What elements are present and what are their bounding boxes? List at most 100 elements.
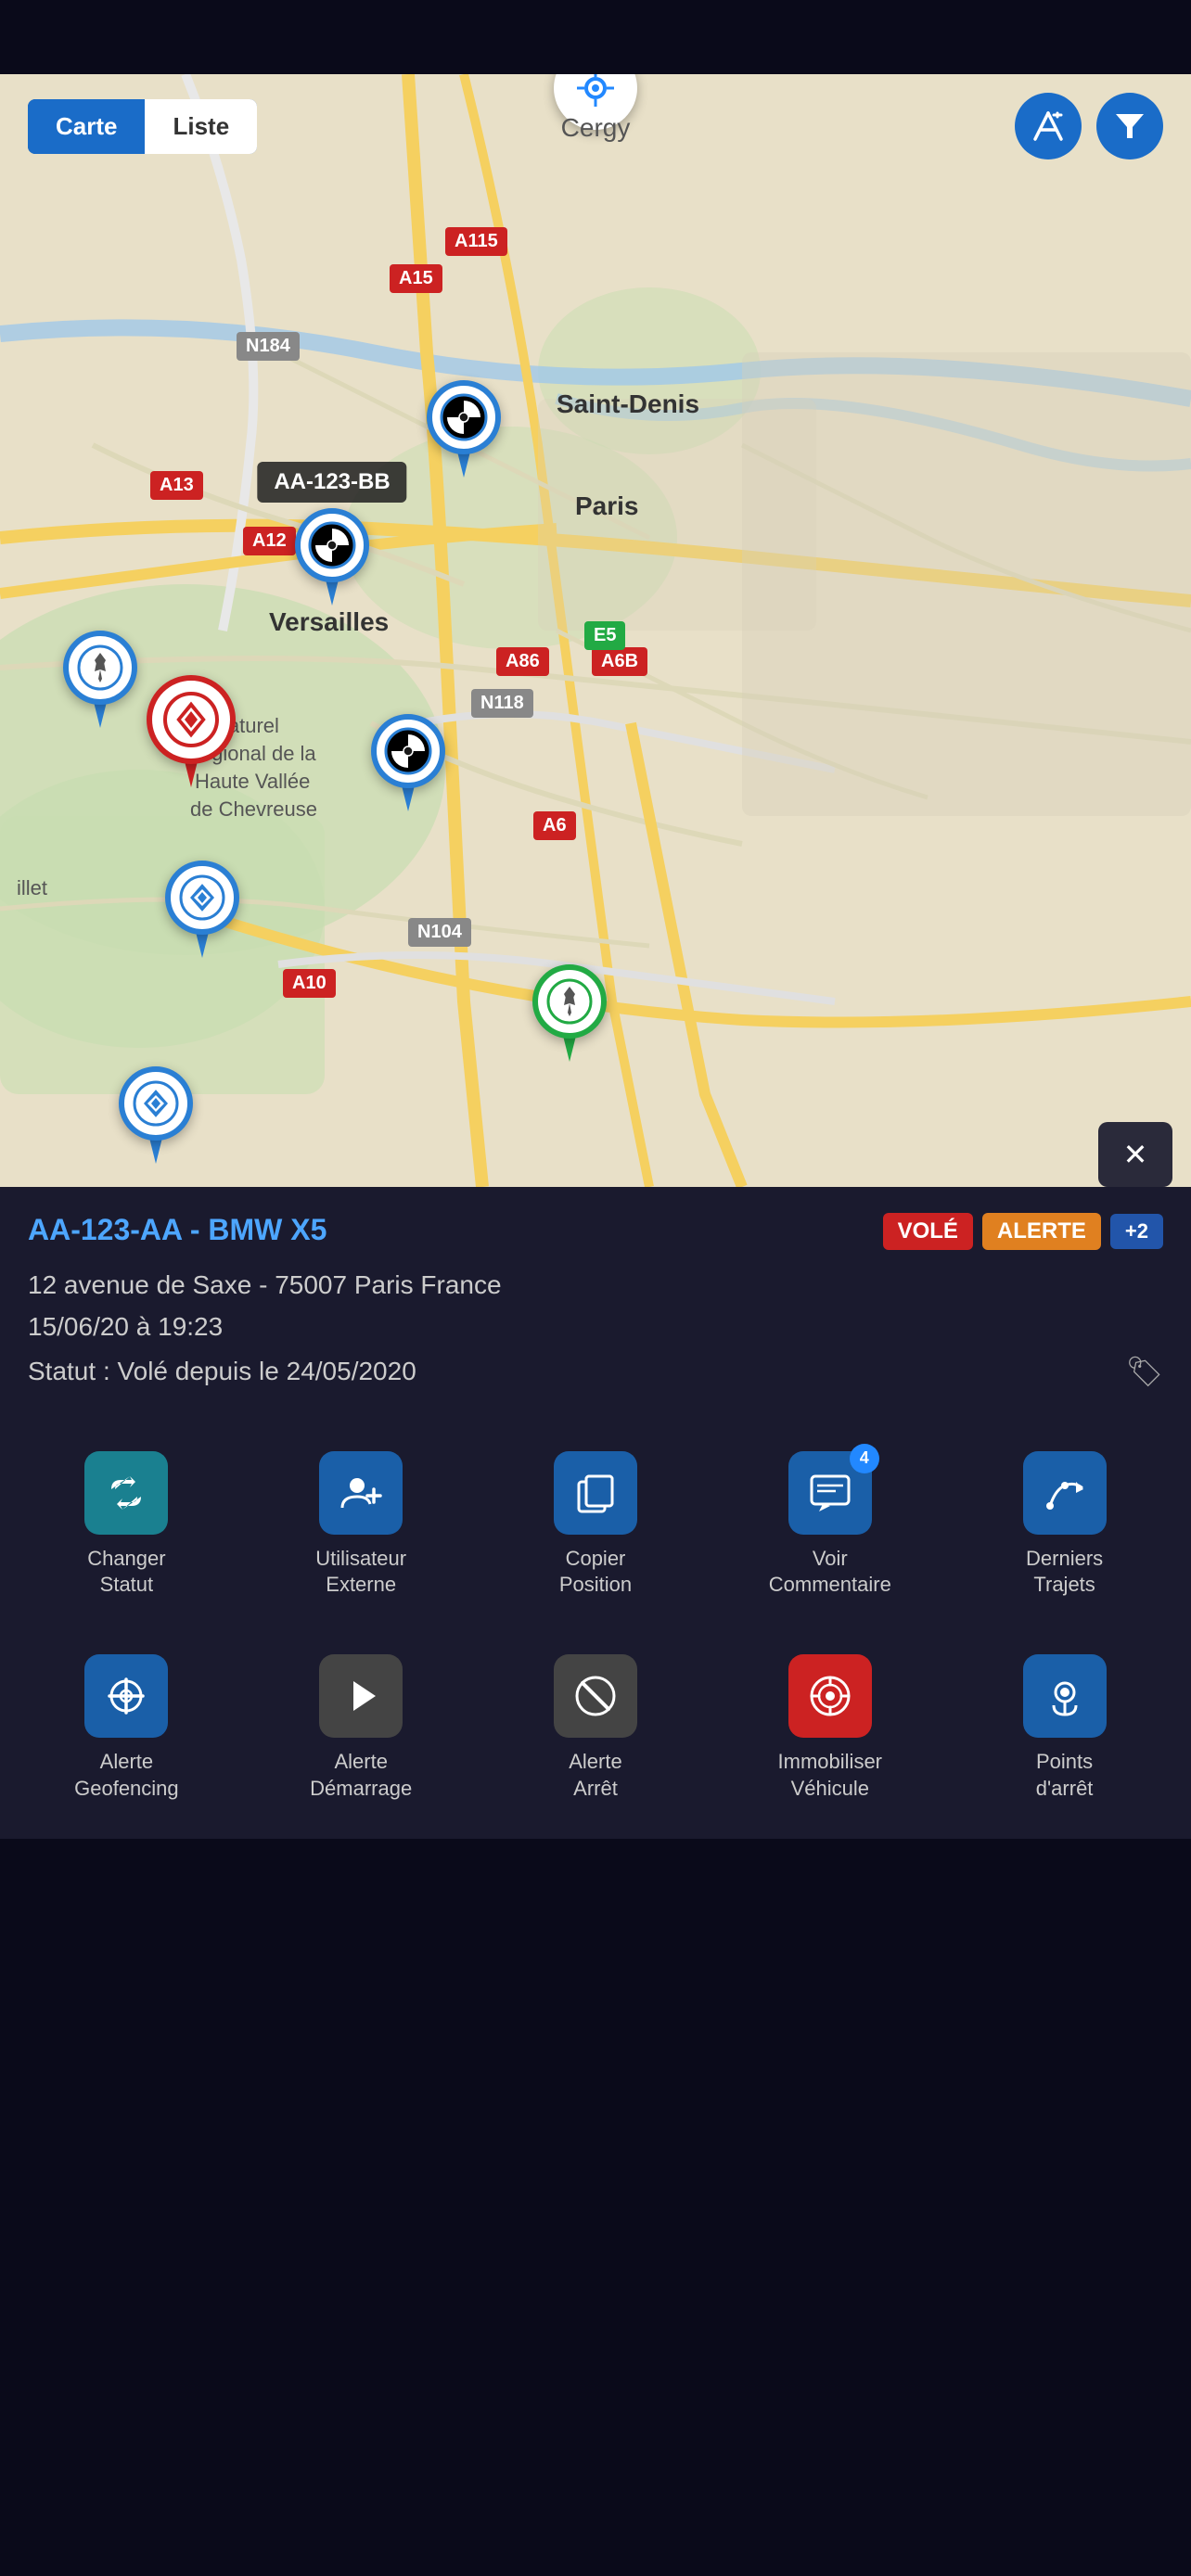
pin-tail-1 xyxy=(457,451,470,478)
geofencing-icon-wrap xyxy=(84,1654,168,1738)
pin-tail-bmw-3 xyxy=(402,784,415,812)
points-arret-icon-wrap xyxy=(1023,1654,1107,1738)
place-paris: Paris xyxy=(575,491,639,521)
renault-logo-3 xyxy=(132,1079,180,1128)
arret-label: AlerteArrêt xyxy=(569,1749,621,1802)
actions-grid: ChangerStatut UtilisateurExterne xyxy=(0,1414,1191,1636)
badge-plus2: +2 xyxy=(1110,1214,1163,1249)
vehicle-statut-row: Statut : Volé depuis le 24/05/2020 🏷 xyxy=(28,1348,1163,1396)
road-e5: E5 xyxy=(584,621,625,650)
place-saint-denis: Saint-Denis xyxy=(557,389,699,419)
tab-group: Carte Liste xyxy=(28,99,257,154)
renault-logo-blue xyxy=(178,874,226,922)
copier-label: CopierPosition xyxy=(559,1546,632,1599)
action-derniers-trajets[interactable]: DerniersTrajets xyxy=(947,1433,1182,1617)
action-immobiliser[interactable]: ImmobiliserVéhicule xyxy=(712,1636,947,1820)
immobiliser-icon xyxy=(808,1674,852,1718)
action-utilisateur-externe[interactable]: UtilisateurExterne xyxy=(244,1433,479,1617)
action-copier-position[interactable]: CopierPosition xyxy=(479,1433,713,1617)
geofencing-label: AlerteGeofencing xyxy=(74,1749,179,1802)
commentaire-badge: 4 xyxy=(850,1444,879,1473)
demarrage-label: AlerteDémarrage xyxy=(310,1749,412,1802)
road-a6: A6 xyxy=(533,811,576,840)
action-alerte-arret[interactable]: AlerteArrêt xyxy=(479,1636,713,1820)
pin-bmw-versailles[interactable]: AA-123-BB xyxy=(295,508,369,606)
pin-label-aa123bb: AA-123-BB xyxy=(257,462,406,503)
place-versailles: Versailles xyxy=(269,607,389,637)
commentaire-icon xyxy=(808,1471,852,1515)
text-size-icon xyxy=(1031,109,1065,143)
road-a86: A86 xyxy=(496,647,549,676)
action-alerte-demarrage[interactable]: AlerteDémarrage xyxy=(244,1636,479,1820)
close-button-area: ✕ xyxy=(1098,1122,1172,1187)
road-a12: A12 xyxy=(243,527,296,555)
road-a115: A115 xyxy=(445,227,507,256)
changer-statut-icon xyxy=(104,1471,148,1515)
copier-icon-wrap xyxy=(554,1451,637,1535)
action-changer-statut[interactable]: ChangerStatut xyxy=(9,1433,244,1617)
commentaire-icon-wrap: 4 xyxy=(788,1451,872,1535)
badge-vole: VOLÉ xyxy=(883,1213,973,1250)
badge-group: VOLÉ ALERTE +2 xyxy=(883,1213,1163,1250)
arret-icon-wrap xyxy=(554,1654,637,1738)
bmw-logo-1 xyxy=(440,393,488,441)
tag-icon: 🏷 xyxy=(1125,1348,1163,1396)
vehicle-info: 12 avenue de Saxe - 75007 Paris France 1… xyxy=(0,1265,1191,1414)
pin-bmw-3[interactable] xyxy=(371,714,445,812)
vehicle-datetime: 15/06/20 à 19:23 xyxy=(28,1307,1163,1348)
road-n118: N118 xyxy=(471,689,533,718)
pin-tail-renault-blue xyxy=(196,931,209,959)
location-icon xyxy=(575,74,616,108)
commentaire-label: VoirCommentaire xyxy=(769,1546,891,1599)
text-size-button[interactable] xyxy=(1015,93,1082,159)
place-naturel-4: de Chevreuse xyxy=(190,797,317,822)
demarrage-icon xyxy=(339,1674,383,1718)
close-button[interactable]: ✕ xyxy=(1098,1122,1172,1187)
vehicle-address: 12 avenue de Saxe - 75007 Paris France xyxy=(28,1265,1163,1307)
pin-renault-blue[interactable] xyxy=(165,861,239,959)
pin-tail-peugeot-1 xyxy=(94,701,107,729)
utilisateur-icon-wrap xyxy=(319,1451,403,1535)
tab-liste[interactable]: Liste xyxy=(145,99,257,154)
action-points-arret[interactable]: Pointsd'arrêt xyxy=(947,1636,1182,1820)
filter-icon xyxy=(1114,110,1146,142)
copier-icon xyxy=(573,1471,618,1515)
pin-bmw-neuilly[interactable] xyxy=(427,380,501,478)
pin-tail-renault-3 xyxy=(149,1137,162,1165)
map-container: Carte Liste Cergy Saint- xyxy=(0,74,1191,1187)
pin-peugeot-left[interactable] xyxy=(63,631,137,729)
action-voir-commentaire[interactable]: 4 VoirCommentaire xyxy=(712,1433,947,1617)
city-label: Cergy xyxy=(561,113,631,143)
actions-grid-row2: AlerteGeofencing AlerteDémarrage AlerteA… xyxy=(0,1636,1191,1839)
place-illet: illet xyxy=(17,876,47,900)
points-arret-icon xyxy=(1043,1674,1087,1718)
action-alerte-geofencing[interactable]: AlerteGeofencing xyxy=(9,1636,244,1820)
trajets-icon xyxy=(1043,1471,1087,1515)
utilisateur-label: UtilisateurExterne xyxy=(315,1546,406,1599)
bmw-logo-3 xyxy=(384,727,432,775)
points-arret-label: Pointsd'arrêt xyxy=(1036,1749,1094,1802)
vehicle-title: AA-123-AA - BMW X5 xyxy=(28,1213,327,1247)
vehicle-statut-text: Statut : Volé depuis le 24/05/2020 xyxy=(28,1351,416,1393)
pin-peugeot-green[interactable] xyxy=(532,964,607,1063)
arret-icon xyxy=(573,1674,618,1718)
road-a13: A13 xyxy=(150,471,203,500)
trajets-label: DerniersTrajets xyxy=(1026,1546,1103,1599)
road-a6b: A6B xyxy=(592,647,647,676)
demarrage-icon-wrap xyxy=(319,1654,403,1738)
renault-logo-red xyxy=(162,691,220,748)
filter-button[interactable] xyxy=(1096,93,1163,159)
changer-statut-icon-wrap xyxy=(84,1451,168,1535)
road-a15: A15 xyxy=(390,264,442,293)
top-right-buttons xyxy=(1015,93,1163,159)
peugeot-logo-green xyxy=(545,977,594,1026)
road-a10: A10 xyxy=(283,969,336,998)
pin-tail-peugeot-green xyxy=(563,1035,576,1063)
top-bar: Carte Liste Cergy xyxy=(0,93,1191,159)
peugeot-logo-1 xyxy=(76,644,124,692)
badge-alerte: ALERTE xyxy=(982,1213,1101,1250)
pin-renault-3[interactable] xyxy=(119,1066,193,1165)
pin-tail-2 xyxy=(326,579,339,606)
tab-carte[interactable]: Carte xyxy=(28,99,145,154)
pin-renault-red[interactable] xyxy=(147,675,236,788)
